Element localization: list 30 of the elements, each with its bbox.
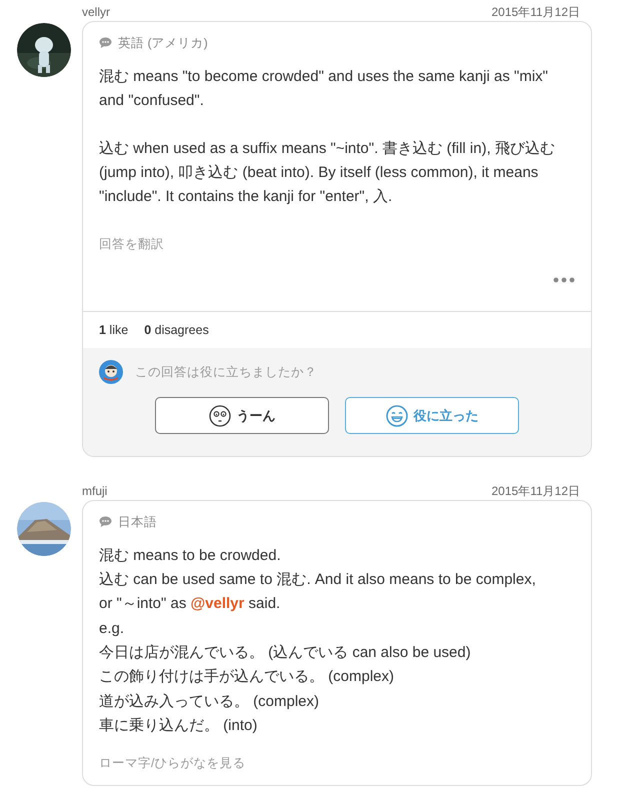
answer-line: 今日は店が混んでいる。 (込んでいる can also be used) (99, 642, 472, 663)
username[interactable]: mfuji (82, 483, 108, 499)
username[interactable]: vellyr (82, 4, 110, 20)
post-date: 2015年11月12日 (492, 483, 580, 499)
translate-link[interactable]: 回答を翻訳 (99, 234, 164, 254)
answer-line: 車に乗り込んだ。 (into) (99, 716, 258, 736)
answer-line: 込む can be used same to 混む. And it also means to be complex, (99, 570, 537, 590)
face-icon (208, 404, 230, 426)
answer-line: 道が込み入っている。 (complex) (99, 692, 320, 712)
language-label: 英語 (アメリカ) (118, 35, 208, 52)
speech-bubble-icon (99, 37, 112, 50)
feedback-question: この回答は役に立ちましたか？ (135, 364, 317, 381)
answer-line: この飾り付けは手が込んでいる。 (complex) (99, 667, 396, 688)
answer-paragraph: 混む means "to become crowded" and uses the same kanji as "mix" and "confused". (99, 66, 549, 111)
answer-paragraph: 込む when used as a suffix means "~into". 書き込む (fill in), 飛び込む (jump into), 叩き込む (beat into). By itself (less common), it means "include". It contains the kanji for "enter", 入. (99, 138, 555, 207)
helpful-button[interactable]: 役に立った (345, 397, 519, 434)
answer-line: e.g. (99, 618, 126, 639)
user-mention-link[interactable]: @vellyr (190, 595, 244, 612)
answer-line: or "～into" as @vellyr said. (99, 594, 282, 614)
speech-bubble-icon (99, 516, 112, 528)
likes-count: 1 like (99, 323, 128, 338)
more-options-icon[interactable] (553, 277, 575, 284)
meh-button[interactable]: うーん (155, 397, 329, 434)
post-date: 2015年11月12日 (492, 4, 580, 20)
disagrees-count: 0 disagrees (144, 323, 209, 338)
answer-line: 混む means to be crowded. (99, 546, 282, 566)
avatar-icon (99, 360, 123, 384)
smiley-icon (386, 404, 408, 426)
language-label: 日本語 (118, 514, 157, 531)
translate-link[interactable]: ローマ字/ひらがなを見る (99, 754, 246, 773)
